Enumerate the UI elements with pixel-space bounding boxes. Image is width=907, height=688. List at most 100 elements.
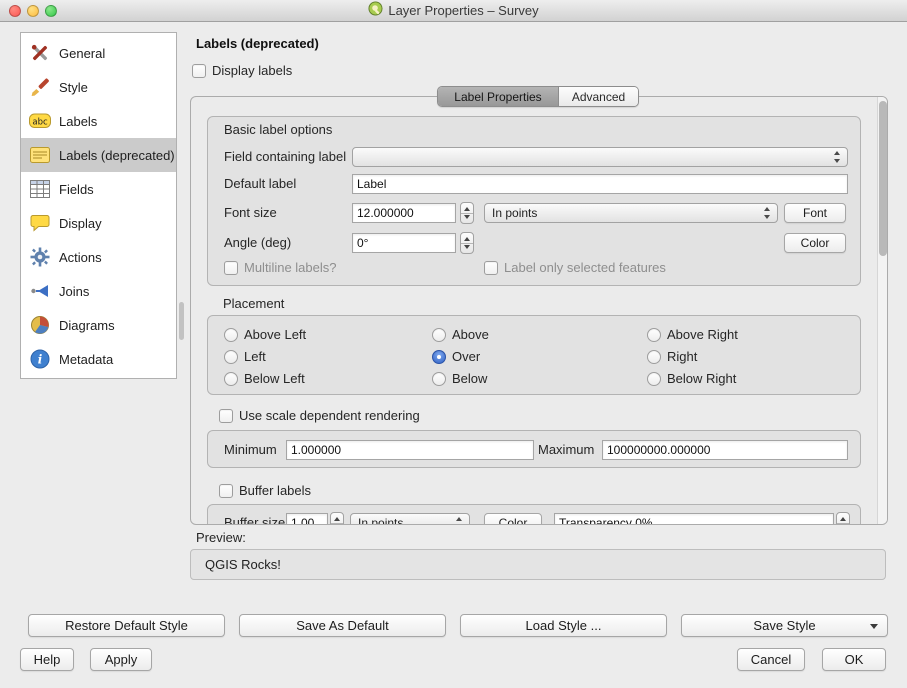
default-label-label: Default label <box>224 174 296 194</box>
display-labels-checkbox[interactable] <box>192 64 206 78</box>
tab-advanced[interactable]: Advanced <box>558 87 638 106</box>
sidebar-item-label: General <box>59 46 105 61</box>
tab-label: Advanced <box>572 90 625 104</box>
save-style-label: Save Style <box>753 618 815 633</box>
page-title: Labels (deprecated) <box>196 36 319 51</box>
scale-dependent-checkbox[interactable] <box>219 409 233 423</box>
zoom-button[interactable] <box>45 5 57 17</box>
sidebar-item-label: Labels <box>59 114 97 129</box>
sidebar-item-fields[interactable]: Fields <box>21 172 176 206</box>
radio-over[interactable] <box>432 350 446 364</box>
font-button[interactable]: Font <box>784 203 846 223</box>
speech-bubble-icon <box>28 211 52 235</box>
sidebar-item-labels-deprecated[interactable]: Labels (deprecated) <box>21 138 176 172</box>
sidebar-item-label: Labels (deprecated) <box>59 148 175 163</box>
placement-title: Placement <box>223 294 284 314</box>
radio-below[interactable] <box>432 372 446 386</box>
buffer-transparency-input[interactable] <box>554 513 834 525</box>
panel-scrollbar-thumb[interactable] <box>879 101 887 256</box>
sidebar-item-labels[interactable]: abc Labels <box>21 104 176 138</box>
scale-range-group: Minimum Maximum <box>207 430 861 468</box>
sidebar-item-diagrams[interactable]: Diagrams <box>21 308 176 342</box>
abc-label-icon: abc <box>28 109 52 133</box>
buffer-group: Buffer size In points Color <box>207 504 861 525</box>
load-style-button[interactable]: Load Style ... <box>460 614 667 637</box>
buffer-size-input[interactable] <box>286 513 328 525</box>
tab-label: Label Properties <box>454 90 541 104</box>
radio-above[interactable] <box>432 328 446 342</box>
ok-button[interactable]: OK <box>822 648 886 671</box>
wrench-hammer-icon <box>28 41 52 65</box>
layer-properties-window: Layer Properties – Survey General Style … <box>0 0 907 688</box>
buffer-labels-checkbox[interactable] <box>219 484 233 498</box>
sidebar-scrollbar-thumb[interactable] <box>179 302 184 340</box>
join-arrow-icon <box>28 279 52 303</box>
close-button[interactable] <box>9 5 21 17</box>
radio-above-right[interactable] <box>647 328 661 342</box>
radio-right[interactable] <box>647 350 661 364</box>
label-only-selected-checkbox[interactable] <box>484 261 498 275</box>
radio-left[interactable] <box>224 350 238 364</box>
radio-label: Below <box>452 369 487 389</box>
radio-below-right[interactable] <box>647 372 661 386</box>
apply-button[interactable]: Apply <box>90 648 152 671</box>
tab-bar: Label Properties Advanced <box>437 86 639 107</box>
save-as-default-button[interactable]: Save As Default <box>239 614 446 637</box>
sidebar-item-joins[interactable]: Joins <box>21 274 176 308</box>
buffer-size-stepper[interactable] <box>330 512 344 525</box>
font-size-unit-dropdown[interactable]: In points <box>484 203 778 223</box>
angle-label: Angle (deg) <box>224 233 291 253</box>
svg-text:abc: abc <box>32 118 48 128</box>
help-button[interactable]: Help <box>20 648 74 671</box>
preview-text: QGIS Rocks! <box>205 557 281 572</box>
preview-label: Preview: <box>196 528 246 548</box>
sidebar-item-label: Fields <box>59 182 94 197</box>
pie-chart-icon <box>28 313 52 337</box>
sidebar-item-label: Metadata <box>59 352 113 367</box>
sidebar-item-label: Diagrams <box>59 318 115 333</box>
deprecated-label-icon <box>28 143 52 167</box>
cancel-button[interactable]: Cancel <box>737 648 805 671</box>
svg-text:i: i <box>38 353 43 367</box>
info-icon: i <box>28 347 52 371</box>
font-size-stepper[interactable] <box>460 202 474 224</box>
sidebar-item-label: Actions <box>59 250 102 265</box>
label-only-selected-label: Label only selected features <box>504 258 666 278</box>
sidebar-item-metadata[interactable]: i Metadata <box>21 342 176 376</box>
radio-below-left[interactable] <box>224 372 238 386</box>
sidebar-item-actions[interactable]: Actions <box>21 240 176 274</box>
save-style-button[interactable]: Save Style <box>681 614 888 637</box>
angle-input[interactable] <box>352 233 456 253</box>
radio-label: Left <box>244 347 266 367</box>
minimum-input[interactable] <box>286 440 534 460</box>
radio-above-left[interactable] <box>224 328 238 342</box>
field-containing-label-dropdown[interactable] <box>352 147 848 167</box>
radio-label: Right <box>667 347 697 367</box>
buffer-transparency-stepper[interactable] <box>836 512 850 525</box>
placement-group: Above Left Above Above Right Left Over R… <box>207 315 861 395</box>
color-button[interactable]: Color <box>784 233 846 253</box>
radio-label: Above <box>452 325 489 345</box>
sidebar-item-style[interactable]: Style <box>21 70 176 104</box>
buffer-color-button[interactable]: Color <box>484 513 542 525</box>
label-properties-panel: Basic label options Field containing lab… <box>190 96 888 525</box>
restore-default-style-button[interactable]: Restore Default Style <box>28 614 225 637</box>
chevron-down-icon <box>870 624 878 629</box>
sidebar-item-display[interactable]: Display <box>21 206 176 240</box>
dropdown-value: In points <box>358 516 403 525</box>
maximum-input[interactable] <box>602 440 848 460</box>
radio-label: Below Left <box>244 369 305 389</box>
radio-label: Over <box>452 347 480 367</box>
font-size-input[interactable] <box>352 203 456 223</box>
display-labels-label: Display labels <box>212 61 292 81</box>
minimize-button[interactable] <box>27 5 39 17</box>
multiline-labels-checkbox[interactable] <box>224 261 238 275</box>
tab-label-properties[interactable]: Label Properties <box>438 87 558 106</box>
default-label-input[interactable] <box>352 174 848 194</box>
minimum-label: Minimum <box>224 440 277 460</box>
angle-stepper[interactable] <box>460 232 474 254</box>
buffer-unit-dropdown[interactable]: In points <box>350 513 470 525</box>
sidebar-item-general[interactable]: General <box>21 36 176 70</box>
radio-label: Below Right <box>667 369 736 389</box>
field-containing-label-label: Field containing label <box>224 147 346 167</box>
